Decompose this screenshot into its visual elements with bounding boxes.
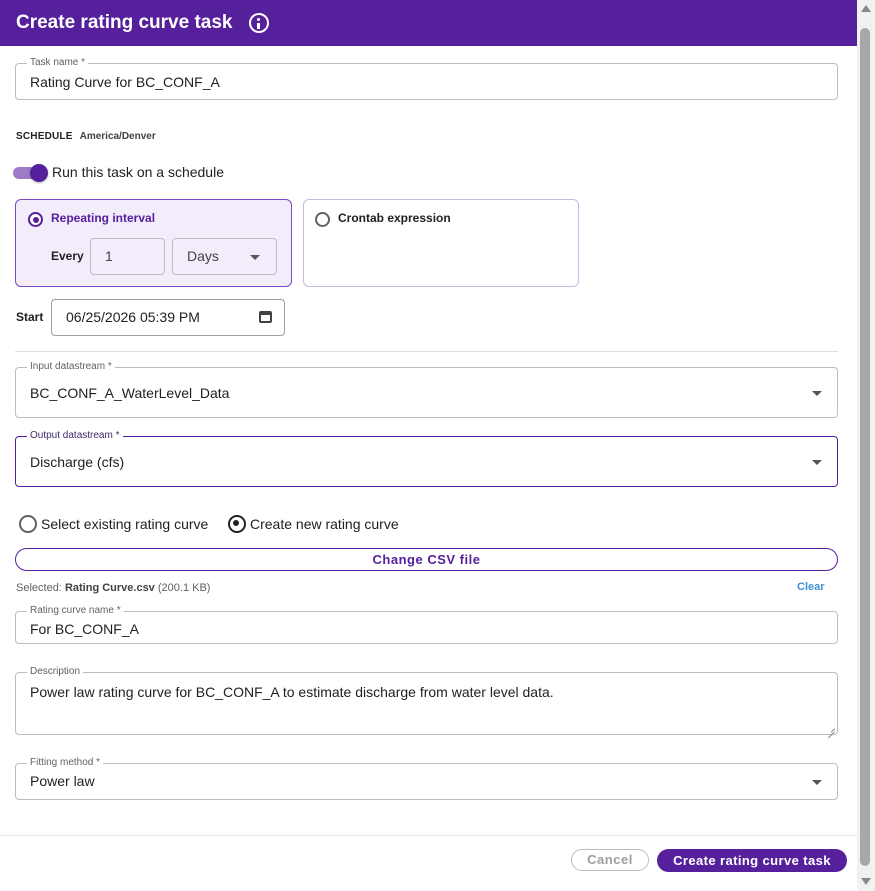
selected-file-size: (200.1 KB) — [157, 582, 211, 594]
crontab-radio[interactable] — [315, 212, 330, 227]
rating-curve-name-label: Rating curve name * — [27, 605, 124, 617]
create-new-radio[interactable] — [228, 515, 246, 533]
rating-curve-name-value: For BC_CONF_A — [30, 621, 139, 637]
change-csv-button[interactable]: Change CSV file — [15, 548, 838, 571]
chevron-down-icon — [250, 255, 260, 260]
section-divider — [15, 351, 838, 352]
description-label: Description — [27, 666, 84, 678]
fitting-method-label: Fitting method * — [27, 757, 104, 769]
clear-file-link[interactable]: Clear — [797, 581, 825, 593]
schedule-heading: SCHEDULE — [16, 131, 73, 142]
scroll-up-icon[interactable] — [861, 5, 871, 12]
input-datastream-select[interactable]: Input datastream * BC_CONF_A_WaterLevel_… — [15, 361, 838, 418]
select-existing-label[interactable]: Select existing rating curve — [41, 516, 208, 532]
footer-divider — [0, 835, 857, 836]
schedule-section-label: SCHEDULE America/Denver — [16, 131, 156, 142]
create-task-button[interactable]: Create rating curve task — [657, 849, 847, 872]
resize-handle-icon[interactable] — [827, 724, 835, 732]
schedule-toggle[interactable] — [13, 164, 48, 182]
input-datastream-label: Input datastream * — [27, 361, 115, 373]
description-textarea[interactable]: Description Power law rating curve for B… — [15, 666, 838, 735]
vertical-scrollbar[interactable] — [857, 0, 875, 891]
create-new-label[interactable]: Create new rating curve — [250, 516, 399, 532]
output-datastream-select[interactable]: Output datastream * Discharge (cfs) — [15, 430, 838, 487]
dialog-header: Create rating curve task — [0, 0, 857, 46]
cancel-button[interactable]: Cancel — [571, 849, 649, 871]
output-datastream-value: Discharge (cfs) — [30, 454, 125, 470]
selected-prefix: Selected: — [16, 582, 62, 594]
description-value: Power law rating curve for BC_CONF_A to … — [30, 684, 554, 700]
output-datastream-label: Output datastream * — [27, 430, 123, 442]
repeating-interval-card[interactable]: Repeating interval Every 1 Days — [15, 199, 292, 287]
interval-unit: Days — [187, 248, 219, 264]
repeating-interval-radio[interactable] — [28, 212, 43, 227]
repeating-interval-label: Repeating interval — [51, 211, 156, 225]
start-datetime-input[interactable]: 06/25/2026 05:39 PM — [51, 299, 285, 336]
task-name-label: Task name * — [27, 57, 89, 69]
chevron-down-icon — [812, 391, 822, 396]
chevron-down-icon — [812, 460, 822, 465]
scrollbar-thumb[interactable] — [860, 28, 870, 866]
interval-value-input[interactable]: 1 — [90, 238, 165, 275]
schedule-timezone: America/Denver — [79, 131, 156, 142]
calendar-icon[interactable] — [259, 311, 272, 323]
fitting-method-value: Power law — [30, 773, 95, 789]
info-icon[interactable] — [248, 13, 269, 33]
task-name-value: Rating Curve for BC_CONF_A — [30, 74, 220, 90]
toggle-knob — [30, 164, 48, 182]
crontab-expression-card[interactable]: Crontab expression — [303, 199, 579, 287]
task-name-field[interactable]: Task name * Rating Curve for BC_CONF_A — [15, 57, 838, 100]
interval-unit-select[interactable]: Days — [172, 238, 277, 275]
input-datastream-value: BC_CONF_A_WaterLevel_Data — [30, 385, 230, 401]
rating-curve-name-field[interactable]: Rating curve name * For BC_CONF_A — [15, 605, 838, 644]
interval-value: 1 — [105, 248, 113, 264]
scroll-down-icon[interactable] — [861, 878, 871, 885]
fitting-method-select[interactable]: Fitting method * Power law — [15, 757, 838, 800]
crontab-label: Crontab expression — [338, 211, 451, 225]
selected-file-info: Selected: Rating Curve.csv (200.1 KB) — [16, 582, 210, 594]
select-existing-radio[interactable] — [19, 515, 37, 533]
create-rating-curve-dialog: Create rating curve task Task name * Rat… — [0, 0, 857, 891]
every-label: Every — [51, 249, 84, 263]
dialog-title: Create rating curve task — [16, 12, 233, 33]
selected-file-name: Rating Curve.csv — [64, 582, 155, 594]
chevron-down-icon — [812, 780, 822, 785]
start-label: Start — [16, 310, 44, 324]
start-datetime-value: 06/25/2026 05:39 PM — [66, 309, 200, 325]
schedule-toggle-label: Run this task on a schedule — [52, 164, 224, 180]
